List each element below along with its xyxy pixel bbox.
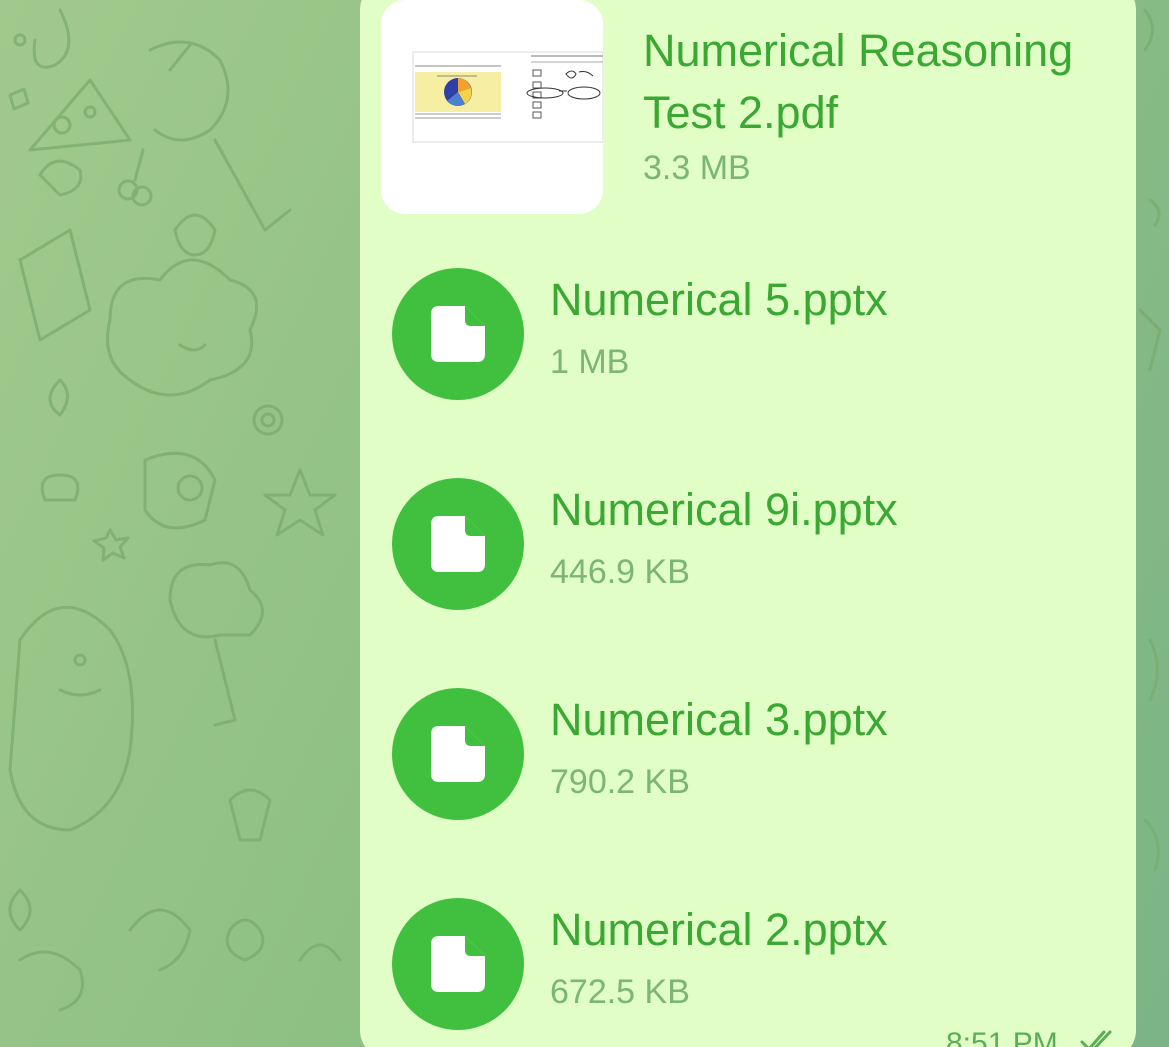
document-icon-button[interactable] <box>392 898 524 1030</box>
file-row-pdf[interactable]: Numerical Reasoning Test 2.pdf 3.3 MB <box>360 0 1136 214</box>
document-icon <box>431 726 485 782</box>
file-name[interactable]: Numerical Reasoning Test 2.pdf <box>643 20 1123 144</box>
chat-screen: Numerical Reasoning Test 2.pdf 3.3 MB Nu… <box>0 0 1169 1047</box>
file-row[interactable]: Numerical 5.pptx 1 MB <box>360 268 1136 400</box>
file-name[interactable]: Numerical 2.pptx <box>550 900 888 960</box>
file-size: 3.3 MB <box>643 149 751 187</box>
file-row[interactable]: Numerical 9i.pptx 446.9 KB <box>360 478 1136 610</box>
file-size: 790.2 KB <box>550 763 690 801</box>
file-size: 446.9 KB <box>550 553 690 591</box>
pdf-preview-image <box>412 51 603 143</box>
message-bubble[interactable]: Numerical Reasoning Test 2.pdf 3.3 MB Nu… <box>360 0 1136 1047</box>
document-icon <box>431 306 485 362</box>
file-name[interactable]: Numerical 3.pptx <box>550 690 888 750</box>
document-icon-button[interactable] <box>392 688 524 820</box>
double-check-icon <box>1080 1030 1112 1047</box>
file-row[interactable]: Numerical 2.pptx 672.5 KB <box>360 898 1136 1030</box>
message-time: 8:51 PM <box>946 1027 1058 1047</box>
document-icon <box>431 936 485 992</box>
file-name[interactable]: Numerical 5.pptx <box>550 270 888 330</box>
document-icon <box>431 516 485 572</box>
document-icon-button[interactable] <box>392 268 524 400</box>
file-name[interactable]: Numerical 9i.pptx <box>550 480 898 540</box>
pdf-thumbnail[interactable] <box>381 0 603 214</box>
file-size: 672.5 KB <box>550 973 690 1011</box>
file-size: 1 MB <box>550 343 630 381</box>
document-icon-button[interactable] <box>392 478 524 610</box>
file-row[interactable]: Numerical 3.pptx 790.2 KB <box>360 688 1136 820</box>
